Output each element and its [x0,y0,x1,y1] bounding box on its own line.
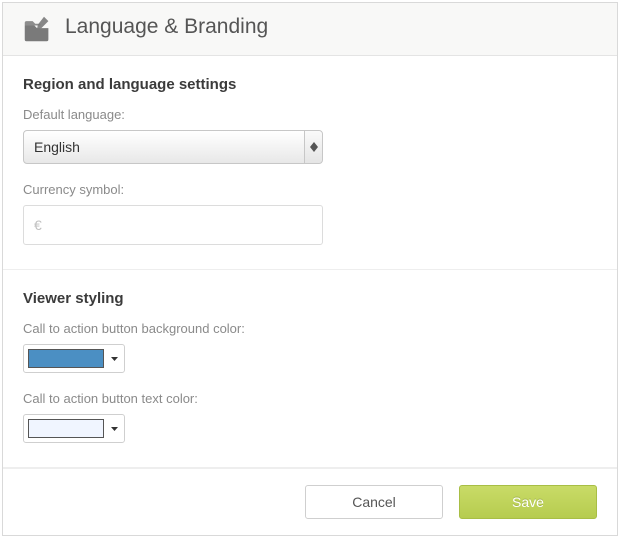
cta-text-color-label: Call to action button text color: [23,391,597,406]
cta-bg-color-label: Call to action button background color: [23,321,597,336]
default-language-select[interactable]: English [23,130,323,164]
branding-icon [21,15,49,43]
cta-bg-color-swatch [28,349,104,368]
select-stepper-icon [304,131,322,163]
cta-bg-color-picker[interactable] [23,344,125,373]
section-heading-viewer: Viewer styling [23,290,597,307]
cancel-button[interactable]: Cancel [305,485,443,519]
cta-text-color-field: Call to action button text color: [23,391,597,443]
section-heading-region: Region and language settings [23,76,597,93]
chevron-down-icon [108,349,120,368]
panel-title: Language & Branding [65,15,268,39]
default-language-label: Default language: [23,107,597,122]
panel-header: Language & Branding [3,3,617,56]
currency-symbol-label: Currency symbol: [23,182,597,197]
currency-symbol-input[interactable] [23,205,323,245]
viewer-styling-section: Viewer styling Call to action button bac… [3,270,617,468]
cta-bg-color-field: Call to action button background color: [23,321,597,373]
save-button[interactable]: Save [459,485,597,519]
currency-symbol-field: Currency symbol: [23,182,597,245]
panel-footer: Cancel Save [3,468,617,535]
region-language-section: Region and language settings Default lan… [3,56,617,270]
cta-text-color-picker[interactable] [23,414,125,443]
cta-text-color-swatch [28,419,104,438]
default-language-field: Default language: English [23,107,597,164]
settings-panel: Language & Branding Region and language … [2,2,618,536]
chevron-down-icon [108,419,120,438]
default-language-value: English [34,139,80,155]
